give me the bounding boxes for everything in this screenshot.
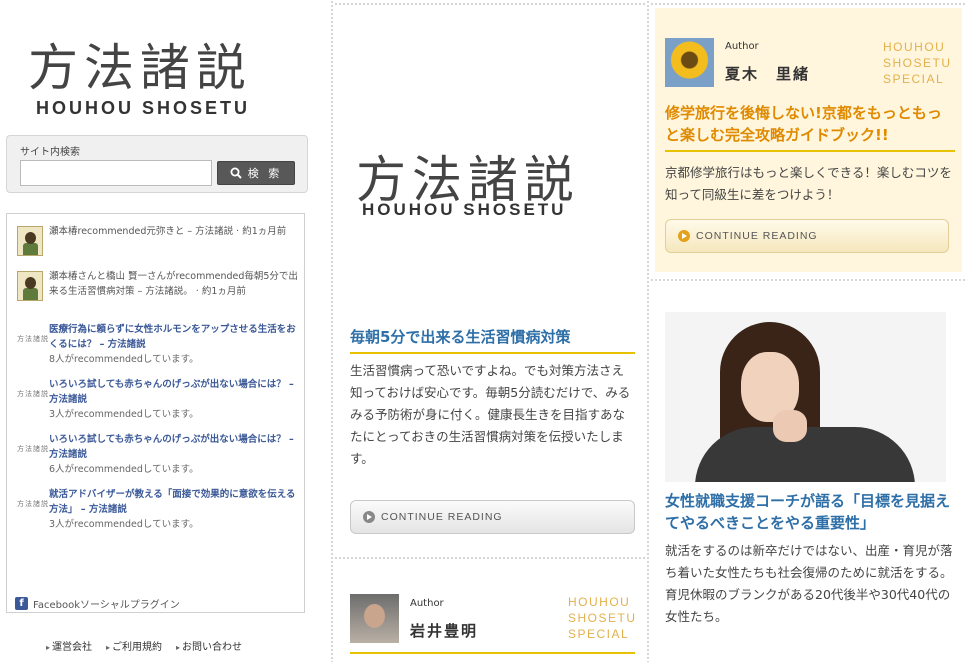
footer-links: 運営会社 ご利用規約 お問い合わせ — [46, 638, 242, 653]
activity-link-text: いろいろ試しても赤ちゃんのげっぷが出ない場合には？ – 方法諸説 — [49, 434, 294, 460]
activity-link-text: 就活アドバイザーが教える「面接で効果的に意欲を伝える方法」 – 方法諸説 — [49, 489, 296, 515]
search-icon — [230, 167, 242, 179]
activity-thumbnail-logo: 方法諸説 — [17, 445, 49, 453]
special-tag-line: SHOSETU — [883, 56, 952, 70]
article-title-link[interactable]: 修学旅行を後悔しない!京都をもっともっと楽しむ完全攻略ガイドブック!! — [665, 102, 955, 152]
special-tag-line: HOUHOU — [568, 595, 631, 609]
author-name[interactable]: 夏木 里緒 — [725, 63, 810, 84]
row-divider — [334, 2, 646, 6]
continue-reading-label: CONTINUE READING — [696, 230, 818, 242]
facebook-activity-plugin: 瀬本椿recommended元弥きと – 方法諸説 · 約1ヵ月前 瀬本椿さんと… — [6, 213, 305, 613]
activity-recommend-count: 3人がrecommendedしています。 — [49, 409, 199, 420]
author-name[interactable]: 岩井豊明 — [410, 620, 478, 641]
special-tag-line: HOUHOU — [883, 40, 946, 54]
activity-recommend-count: 3人がrecommendedしています。 — [49, 519, 199, 530]
column-divider — [646, 0, 650, 662]
footer-link-contact[interactable]: お問い合わせ — [176, 638, 242, 653]
facebook-icon: f — [15, 597, 28, 610]
featured-article-card: Author 夏木 里緒 HOUHOU SHOSETU SPECIAL 修学旅行… — [655, 8, 962, 272]
article-excerpt: 就活をするのは新卒だけではない、出産・育児が落ち着いた女性たちも社会復帰のために… — [665, 543, 953, 624]
author-avatar[interactable] — [350, 594, 399, 643]
logo-wordmark-en: HOUHOU SHOSETU — [362, 200, 567, 219]
activity-recommend-count: 8人がrecommendedしています。 — [49, 354, 199, 365]
search-button[interactable]: 検 索 — [217, 161, 295, 185]
play-circle-icon — [363, 511, 375, 523]
activity-thumbnail-logo: 方法諸説 — [17, 390, 49, 398]
activity-link-text: いろいろ試しても赤ちゃんのげっぷが出ない場合には？ – 方法諸説 — [49, 379, 294, 405]
site-search-box: サイト内検索 検 索 — [6, 135, 308, 193]
article-thumbnail[interactable] — [665, 312, 946, 482]
activity-link[interactable]: 就活アドバイザーが教える「面接で効果的に意欲を伝える方法」 – 方法諸説 3人が… — [49, 487, 299, 532]
search-button-label: 検 索 — [247, 167, 283, 180]
activity-thumbnail-logo: 方法諸説 — [17, 335, 49, 343]
activity-thumbnail — [17, 271, 43, 301]
row-divider — [650, 2, 966, 6]
continue-reading-button[interactable]: CONTINUE READING — [350, 500, 635, 534]
activity-text: 瀬本椿さんと橋山 賢一さんがrecommended毎朝5分で出来る生活習慣病対策… — [49, 271, 298, 297]
special-tag-line: SPECIAL — [883, 72, 945, 86]
activity-thumbnail — [17, 226, 43, 256]
article-title-link[interactable]: 女性就職支援コーチが語る「目標を見据えてやるべきことをやる重要性」 — [665, 490, 955, 534]
photo-hand — [773, 410, 807, 442]
row-divider — [334, 556, 646, 560]
column-divider — [330, 0, 334, 662]
author-avatar[interactable] — [665, 38, 714, 87]
author-label: Author — [725, 41, 759, 52]
special-tag-line: SPECIAL — [568, 627, 630, 641]
continue-reading-label: CONTINUE READING — [381, 511, 503, 523]
activity-link[interactable]: 医療行為に頼らずに女性ホルモンをアップさせる生活をおくるには？ – 方法諸説 8… — [49, 322, 299, 367]
activity-text: 瀬本椿recommended元弥きと – 方法諸説 · 約1ヵ月前 — [49, 226, 287, 237]
play-circle-icon — [678, 230, 690, 242]
special-tag: HOUHOU SHOSETU SPECIAL — [568, 594, 637, 642]
logo-wordmark-en: HOUHOU SHOSETU — [36, 98, 251, 118]
facebook-plugin-label: Facebookソーシャルプラグイン — [33, 600, 180, 611]
left-sidebar: 方法諸説 HOUHOU SHOSETU サイト内検索 検 索 瀬本椿recomm… — [0, 0, 318, 662]
author-label: Author — [410, 598, 444, 609]
activity-link[interactable]: いろいろ試しても赤ちゃんのげっぷが出ない場合には？ – 方法諸説 6人がreco… — [49, 432, 299, 477]
search-input[interactable] — [20, 160, 212, 186]
page: { "site": { "logo_jp": "方法諸説", "logo_en"… — [0, 0, 966, 662]
special-tag: HOUHOU SHOSETU SPECIAL — [883, 39, 952, 87]
activity-thumbnail-logo: 方法諸説 — [17, 500, 49, 508]
site-logo[interactable]: 方法諸説 HOUHOU SHOSETU — [28, 40, 288, 130]
row-divider — [650, 278, 966, 282]
logo-wordmark-jp: 方法諸説 — [28, 39, 252, 97]
article-excerpt: 京都修学旅行はもっと楽しくできる！楽しむコツを知って同級生に差をつけよう！ — [665, 165, 952, 202]
activity-link-text: 医療行為に頼らずに女性ホルモンをアップさせる生活をおくるには？ – 方法諸説 — [49, 324, 296, 350]
special-tag-line: SHOSETU — [568, 611, 637, 625]
article-hero-logo: 方法諸説 HOUHOU SHOSETU — [356, 140, 626, 240]
continue-reading-button[interactable]: CONTINUE READING — [665, 219, 949, 253]
activity-link[interactable]: いろいろ試しても赤ちゃんのげっぷが出ない場合には？ – 方法諸説 3人がreco… — [49, 377, 299, 422]
footer-link-company[interactable]: 運営会社 — [46, 638, 92, 653]
article-title-link[interactable]: 毎朝5分で出来る生活習慣病対策 — [350, 326, 635, 354]
search-label: サイト内検索 — [20, 147, 80, 158]
footer-link-terms[interactable]: ご利用規約 — [106, 638, 162, 653]
activity-recommend-count: 6人がrecommendedしています。 — [49, 464, 199, 475]
facebook-plugin-footer[interactable]: f Facebookソーシャルプラグイン — [15, 596, 180, 611]
author-divider — [350, 652, 635, 654]
article-excerpt: 生活習慣病って恐いですよね。でも対策方法さえ知っておけば安心です。毎朝5分読むだ… — [350, 363, 631, 466]
